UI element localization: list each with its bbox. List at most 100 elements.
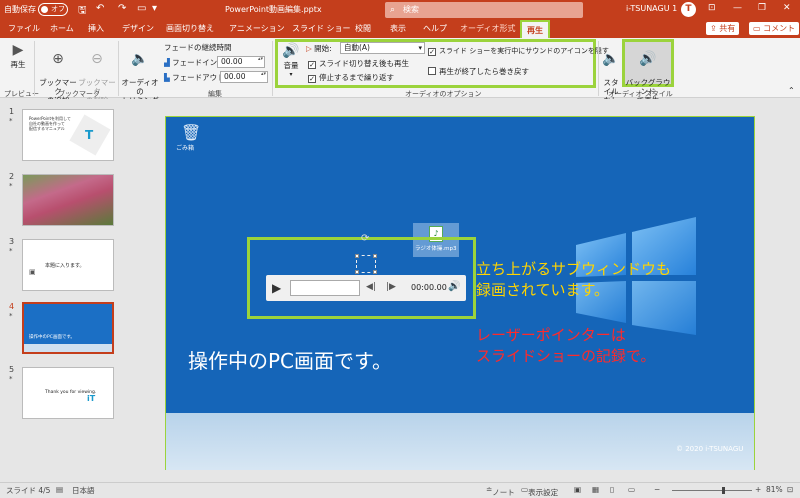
editor-horizontal-scrollbar[interactable] — [128, 470, 792, 478]
volume-label: 音量 — [283, 61, 299, 70]
zoom-in-icon[interactable]: + — [755, 485, 761, 494]
editor-vertical-scrollbar[interactable] — [792, 99, 800, 470]
comment-button[interactable]: ▭ コメント — [749, 22, 800, 35]
collapse-ribbon-icon[interactable]: ⌃ — [788, 86, 795, 95]
slide-thumbnail-2[interactable] — [22, 174, 114, 226]
slide-star: * — [9, 312, 13, 320]
resize-handle[interactable] — [355, 254, 359, 258]
slide-star: * — [9, 182, 13, 190]
slide-thumbnail-1[interactable]: PowerPointを利用して 自社の動画を作って 配信するマニュアル T — [22, 109, 114, 161]
player-rewind-icon[interactable]: ◀| — [366, 282, 376, 292]
display-settings-label: 表示設定 — [528, 488, 559, 497]
slide-sorter-icon[interactable]: ▦ — [592, 485, 599, 494]
player-progress-track[interactable] — [290, 280, 360, 296]
notes-button[interactable]: ≐ ノート — [486, 485, 515, 497]
player-forward-icon[interactable]: |▶ — [386, 282, 396, 292]
slide-number: 5 — [9, 365, 15, 374]
tab-home[interactable]: ホーム — [50, 23, 74, 34]
slide-thumbnail-5[interactable]: Thank you for viewing. iT — [22, 367, 114, 419]
tab-view[interactable]: 表示 — [390, 23, 406, 34]
no-style-icon: 🔈 — [602, 51, 620, 67]
slideshow-start-icon[interactable]: ▭ — [137, 3, 146, 14]
play-across-slides-checkbox[interactable]: ✓ スライド切り替え後も再生 — [308, 58, 409, 69]
fade-out-text: フェードアウト: — [172, 73, 228, 82]
title-bar: 自動保存 オフ 🖫 ↶ ↷ ▭ ▾ PowerPoint動画編集.pptx ⌕ … — [0, 0, 800, 20]
search-box[interactable]: ⌕ 検索 — [385, 2, 583, 18]
group-label-audio-options: オーディオのオプション — [405, 90, 482, 98]
search-placeholder: 検索 — [403, 5, 419, 14]
player-volume-icon[interactable]: 🔊 — [448, 281, 460, 292]
slide-thumbnail-3[interactable]: 本題に入ります。 ▣ — [22, 239, 114, 291]
rewind-checkbox[interactable]: 再生が終了したら巻き戻す — [428, 66, 529, 77]
undo-icon[interactable]: ↶ — [96, 3, 104, 14]
tab-file[interactable]: ファイル — [8, 23, 40, 34]
resize-handle[interactable] — [373, 254, 377, 258]
avatar[interactable]: T — [681, 2, 696, 17]
tab-animations[interactable]: アニメーション — [229, 23, 285, 34]
background-play-icon: 🔊 — [639, 51, 657, 67]
save-icon[interactable]: 🖫 — [78, 3, 87, 20]
slideshow-view-icon[interactable]: ▭ — [628, 485, 635, 494]
fit-to-window-icon[interactable]: ⊡ — [787, 485, 793, 494]
speaker-icon: 🔈 — [131, 51, 149, 67]
close-icon[interactable]: ✕ — [783, 3, 791, 13]
remove-bookmark-icon: ⊖ — [91, 51, 103, 67]
start-dropdown[interactable]: 自動(A) — [340, 42, 425, 54]
zoom-level[interactable]: 81% — [766, 485, 783, 494]
slide-number: 1 — [9, 107, 15, 116]
player-play-icon[interactable]: ▶ — [272, 281, 281, 295]
group-divider — [272, 41, 273, 96]
tab-review[interactable]: 校閲 — [355, 23, 371, 34]
volume-button[interactable]: 🔊 音量 ▾ — [280, 43, 302, 79]
user-name[interactable]: i-TSUNAGU 1 — [626, 4, 677, 13]
spellcheck-icon[interactable]: ▤ — [56, 485, 63, 494]
fade-in-icon: ▟ — [164, 58, 170, 67]
red-caption: レーザーポインターは スライドショーの記録で。 — [476, 326, 656, 365]
rotate-handle-icon[interactable]: ⟳ — [361, 233, 369, 244]
slide-thumbnail-4[interactable]: 操作中のPC画面です。 — [22, 302, 114, 354]
trim-audio-button[interactable]: 🔈 オーディオの トリミング — [121, 42, 159, 105]
ribbon-display-icon[interactable]: ⊡ — [708, 3, 716, 13]
language-label[interactable]: 日本語 — [72, 485, 95, 496]
tab-slideshow[interactable]: スライド ショー — [292, 23, 351, 34]
tab-audio-format[interactable]: オーディオ形式 — [460, 23, 515, 34]
tab-insert[interactable]: 挿入 — [88, 23, 104, 34]
normal-view-icon[interactable]: ▣ — [574, 485, 581, 494]
reading-view-icon[interactable]: ▯ — [610, 485, 614, 494]
player-time: 00:00.00 — [411, 283, 447, 292]
audio-object-selection[interactable] — [355, 254, 377, 274]
customize-qat-icon[interactable]: ▾ — [152, 3, 157, 14]
volume-icon: 🔊 — [282, 43, 300, 59]
add-bookmark-icon: ⊕ — [52, 51, 64, 67]
fade-in-spinner[interactable]: 00.00 — [217, 56, 265, 68]
fade-out-spinner[interactable]: 00.00 — [220, 71, 268, 83]
play-preview-button[interactable]: ▶ 再生 — [6, 42, 30, 69]
tab-design[interactable]: デザイン — [122, 23, 154, 34]
slide-editor[interactable]: 🗑 ごみ箱 ♪ ラジオ体操.mp3 ⟳ ▶ ◀| |▶ 00:00.00 🔊 立… — [165, 116, 755, 471]
resize-handle[interactable] — [373, 270, 377, 274]
slide-thumbnail-pane: 1 * PowerPointを利用して 自社の動画を作って 配信するマニュアル … — [0, 99, 128, 478]
start-label: ▷ 開始: — [306, 43, 332, 54]
slide-counter: スライド 4/5 — [6, 486, 51, 495]
maximize-icon[interactable]: ❐ — [758, 3, 766, 13]
autosave-toggle[interactable]: オフ — [38, 3, 68, 16]
hide-during-show-checkbox[interactable]: ✓ スライド ショーを実行中にサウンドのアイコンを隠す — [428, 46, 609, 56]
fade-out-icon: ▙ — [164, 73, 170, 82]
display-settings-button[interactable]: ▭ 表示設定 — [521, 485, 558, 497]
zoom-slider[interactable] — [672, 487, 752, 494]
loop-label: 停止するまで繰り返す — [319, 73, 394, 82]
share-button[interactable]: ⇪ 共有 — [706, 22, 740, 35]
fade-in-text: フェードイン: — [172, 58, 220, 67]
minimize-icon[interactable]: — — [733, 3, 742, 13]
tab-help[interactable]: ヘルプ — [423, 23, 447, 34]
tab-playback[interactable]: 再生 — [520, 20, 550, 38]
tab-transitions[interactable]: 画面切り替え — [166, 23, 214, 34]
resize-handle[interactable] — [355, 270, 359, 274]
slide-number: 3 — [9, 237, 15, 246]
redo-icon[interactable]: ↷ — [118, 3, 126, 14]
thumb-3-audio-icon: ▣ — [29, 268, 36, 276]
zoom-out-icon[interactable]: − — [654, 485, 660, 494]
thumbnail-scrollbar[interactable] — [121, 99, 127, 478]
group-label-bookmark: ブックマーク — [58, 90, 100, 98]
loop-checkbox[interactable]: ✓ 停止するまで繰り返す — [308, 72, 394, 83]
